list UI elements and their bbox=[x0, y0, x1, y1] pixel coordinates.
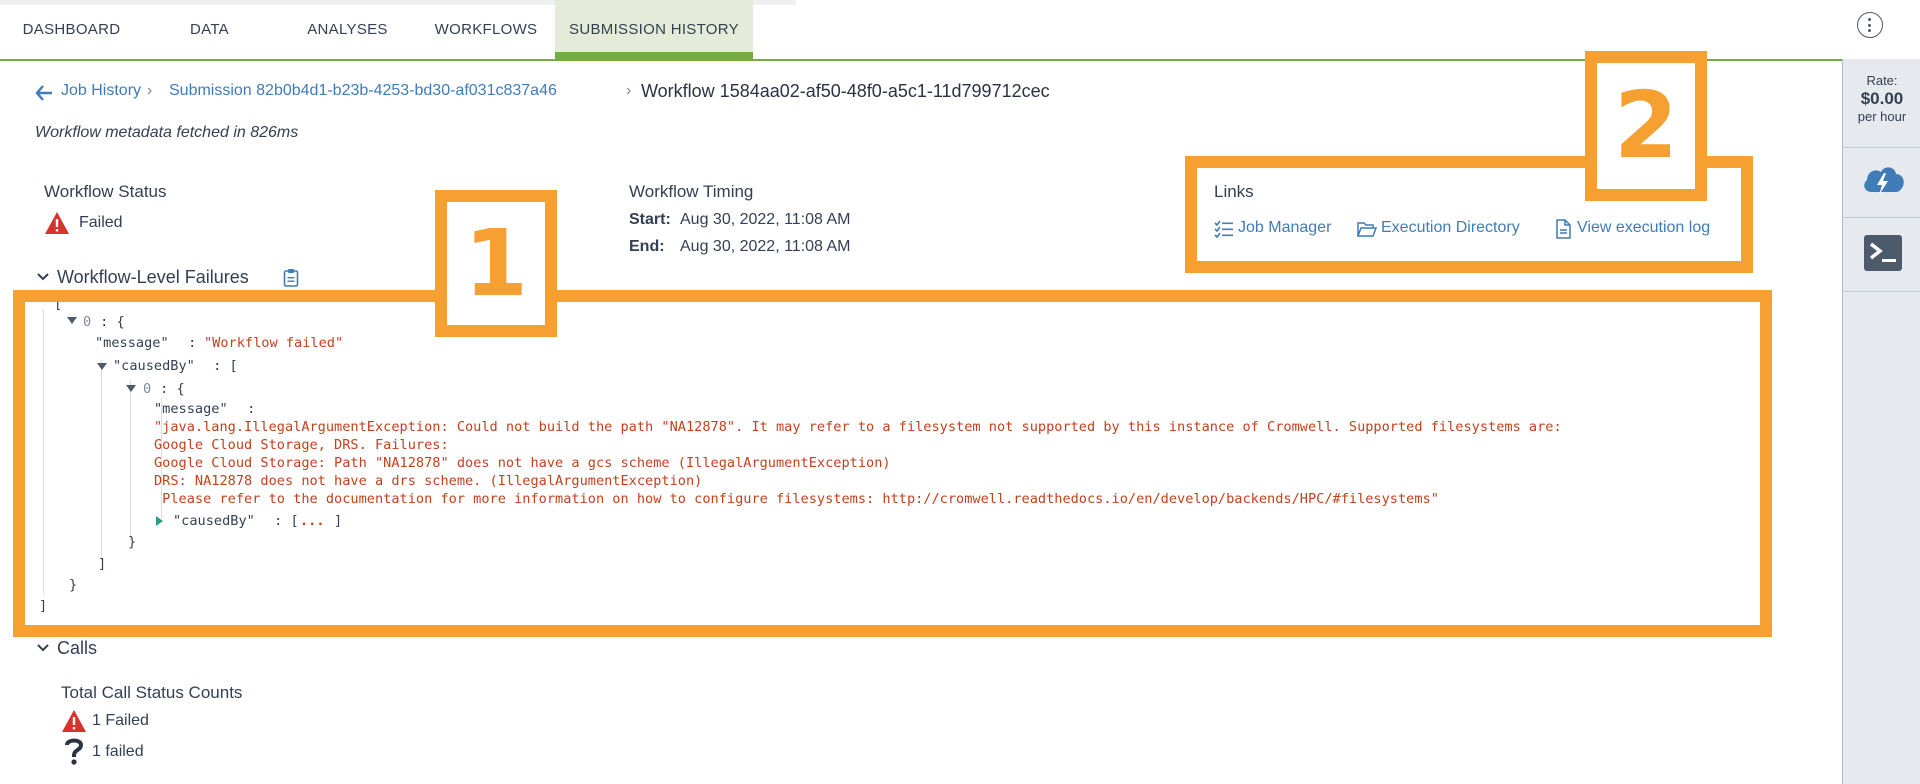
panel-divider bbox=[1843, 217, 1920, 218]
rate-label: Rate: bbox=[1866, 73, 1898, 88]
failures-heading[interactable]: Workflow-Level Failures bbox=[57, 267, 249, 288]
workflow-status-heading: Workflow Status bbox=[44, 182, 167, 201]
top-nav: DASHBOARD DATA ANALYSES WORKFLOWS SUBMIS… bbox=[0, 0, 1883, 61]
annotation-label-2: 2 bbox=[1597, 63, 1695, 189]
tab-data[interactable]: DATA bbox=[143, 0, 276, 59]
panel-divider bbox=[1843, 291, 1920, 292]
tab-analyses[interactable]: ANALYSES bbox=[276, 0, 419, 59]
tab-submission-history[interactable]: SUBMISSION HISTORY bbox=[555, 0, 753, 59]
calls-heading[interactable]: Calls bbox=[57, 638, 97, 659]
terminal-icon[interactable] bbox=[1864, 235, 1902, 271]
kebab-menu-icon[interactable] bbox=[1857, 12, 1883, 38]
annotation-box-1 bbox=[13, 290, 1772, 637]
warning-icon bbox=[61, 709, 87, 733]
submission-link[interactable]: Submission 82b0b4d1-b23b-4253-bd30-af031… bbox=[169, 82, 557, 99]
tab-dashboard[interactable]: DASHBOARD bbox=[0, 0, 143, 59]
cloud-lightning-icon[interactable] bbox=[1860, 156, 1906, 204]
question-mark-icon bbox=[63, 737, 85, 765]
start-label: Start: bbox=[629, 211, 671, 228]
warning-icon bbox=[44, 211, 70, 235]
start-value: Aug 30, 2022, 11:08 AM bbox=[680, 211, 851, 228]
breadcrumb-separator: › bbox=[147, 82, 153, 99]
breadcrumb-separator: › bbox=[626, 82, 632, 99]
call-failed-count: 1 Failed bbox=[92, 712, 149, 729]
clipboard-icon[interactable] bbox=[283, 268, 299, 287]
chevron-down-icon[interactable] bbox=[36, 641, 50, 655]
breadcrumb-job-history[interactable]: Job History bbox=[61, 82, 141, 100]
annotation-label-1-frame: 1 bbox=[435, 190, 557, 337]
breadcrumb-workflow: Workflow 1584aa02-af50-48f0-a5c1-11d7997… bbox=[641, 81, 1050, 101]
job-history-link[interactable]: Job History bbox=[61, 82, 141, 99]
panel-divider bbox=[1843, 147, 1920, 148]
call-unknown-count: 1 failed bbox=[92, 743, 144, 760]
workflow-status-value: Failed bbox=[79, 214, 123, 231]
tab-workflows[interactable]: WORKFLOWS bbox=[419, 0, 553, 59]
side-panel: Rate: $0.00 per hour bbox=[1842, 59, 1920, 784]
total-call-status-heading: Total Call Status Counts bbox=[61, 683, 243, 702]
workflow-timing-heading: Workflow Timing bbox=[629, 182, 754, 201]
rate-value: $0.00 bbox=[1860, 89, 1904, 108]
rate-unit: per hour bbox=[1857, 109, 1907, 124]
end-label: End: bbox=[629, 238, 665, 255]
end-value: Aug 30, 2022, 11:08 AM bbox=[680, 238, 851, 255]
chevron-down-icon[interactable] bbox=[36, 270, 50, 284]
breadcrumb-submission[interactable]: Submission 82b0b4d1-b23b-4253-bd30-af031… bbox=[169, 82, 557, 100]
fetch-note: Workflow metadata fetched in 826ms bbox=[35, 124, 299, 141]
annotation-label-2-frame: 2 bbox=[1585, 51, 1707, 201]
annotation-label-1: 1 bbox=[447, 202, 545, 325]
arrow-left-icon[interactable] bbox=[34, 83, 54, 103]
